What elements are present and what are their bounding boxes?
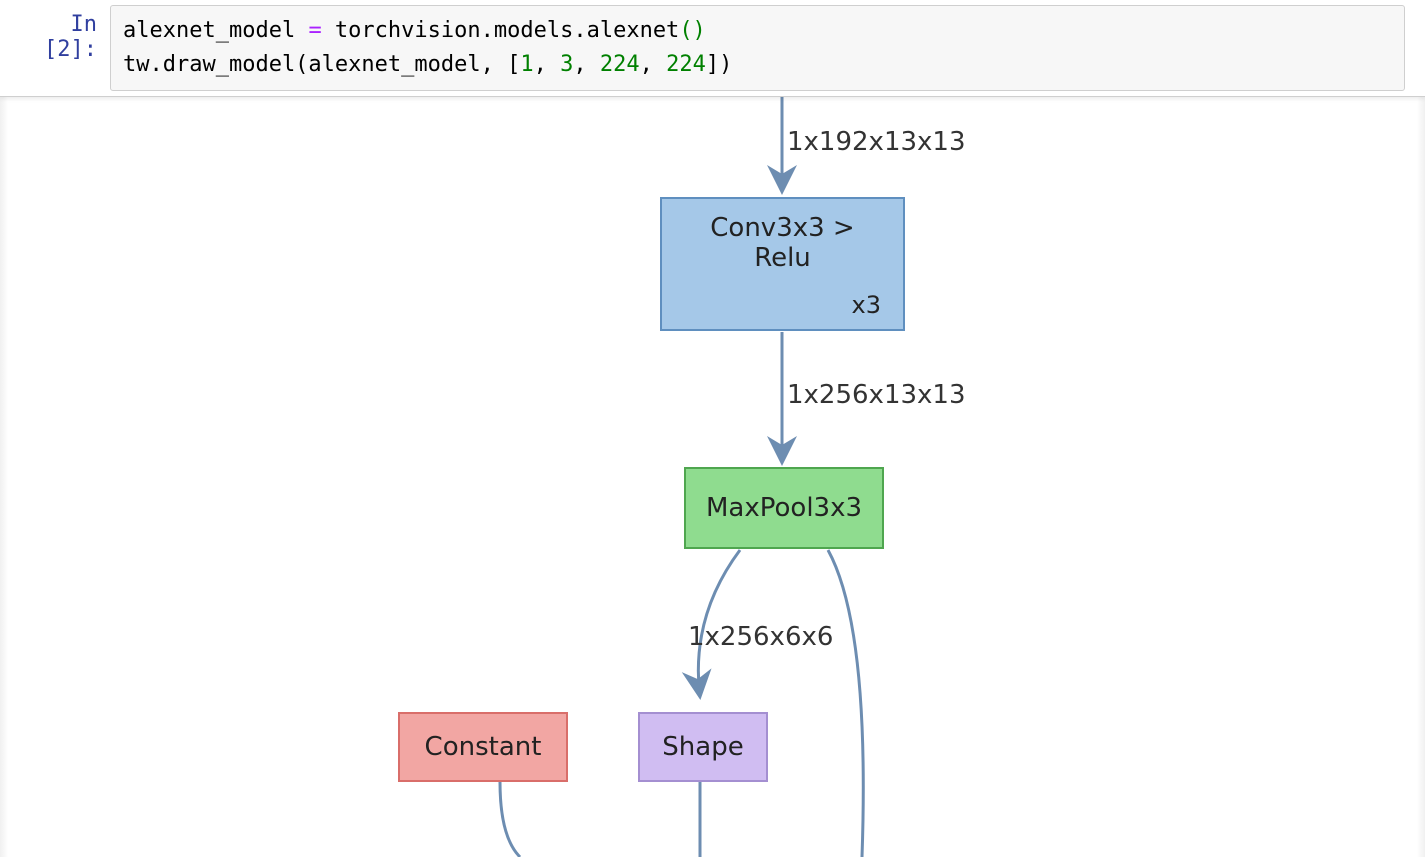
code-token: ]) bbox=[706, 52, 733, 77]
graph-edge bbox=[828, 550, 863, 857]
code-token-num: 224 bbox=[600, 52, 640, 77]
code-token-num: 3 bbox=[560, 52, 573, 77]
edge-label: 1x256x13x13 bbox=[787, 380, 966, 410]
code-token-op: = bbox=[308, 18, 321, 43]
code-token-paren: () bbox=[679, 18, 706, 43]
code-token-num: 224 bbox=[666, 52, 706, 77]
node-label: Shape bbox=[662, 732, 743, 762]
code-token: , bbox=[640, 52, 667, 77]
node-label: MaxPool3x3 bbox=[706, 493, 862, 523]
code-cell: In [2]: alexnet_model = torchvision.mode… bbox=[0, 0, 1425, 97]
node-label: Conv3x3 > Relu bbox=[684, 213, 881, 273]
code-token: torchvision.models.alexnet bbox=[322, 18, 680, 43]
code-token: tw.draw_model(alexnet_model, [ bbox=[123, 52, 520, 77]
edge-label: 1x256x6x6 bbox=[688, 622, 833, 652]
node-constant[interactable]: Constant bbox=[398, 712, 568, 782]
code-token: alexnet_model bbox=[123, 18, 308, 43]
code-token: , bbox=[573, 52, 600, 77]
code-input[interactable]: alexnet_model = torchvision.models.alexn… bbox=[110, 5, 1405, 91]
node-sublabel: x3 bbox=[684, 291, 881, 319]
code-token-num: 1 bbox=[520, 52, 533, 77]
graph-edge bbox=[500, 782, 520, 857]
node-maxpool[interactable]: MaxPool3x3 bbox=[684, 467, 884, 549]
node-shape[interactable]: Shape bbox=[638, 712, 768, 782]
cell-prompt: In [2]: bbox=[0, 0, 105, 96]
node-conv-relu[interactable]: Conv3x3 > Relu x3 bbox=[660, 197, 905, 331]
edge-label: 1x192x13x13 bbox=[787, 127, 966, 157]
node-label: Constant bbox=[425, 732, 542, 762]
cell-output: 1x192x13x13 1x256x13x13 1x256x6x6 Conv3x… bbox=[0, 97, 1425, 857]
code-token: , bbox=[534, 52, 561, 77]
